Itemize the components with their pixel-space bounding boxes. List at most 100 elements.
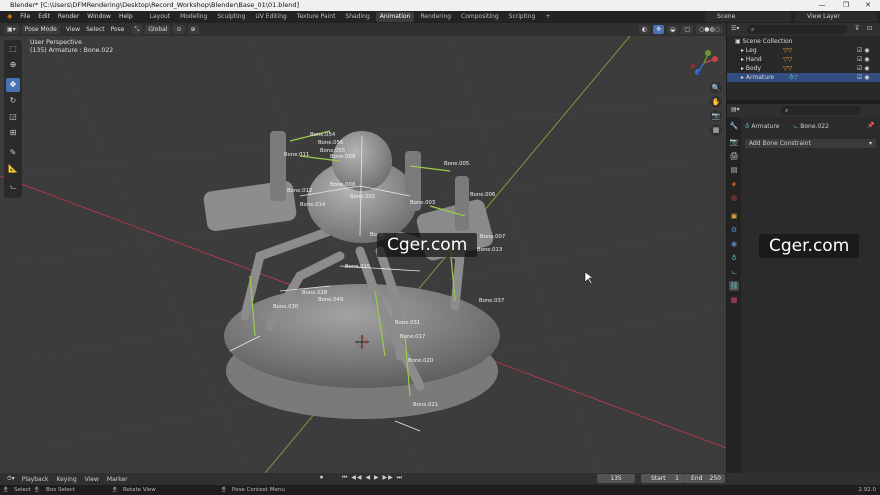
scene-collection-row[interactable]: ▣ Scene Collection <box>727 37 880 46</box>
data-tab-icon[interactable]: ♁ <box>729 253 739 263</box>
bone-label: Bone.056 <box>318 140 344 146</box>
bone-tab-icon[interactable]: ⦦ <box>729 267 739 277</box>
tab-layout[interactable]: Layout <box>146 12 174 22</box>
menu-file[interactable]: File <box>16 11 34 23</box>
status-rotate-view: Rotate View <box>123 487 156 493</box>
record-icon[interactable]: ⏺ <box>320 474 323 482</box>
properties-search-input[interactable]: ⌕ <box>781 106 861 115</box>
menu-window[interactable]: Window <box>83 11 115 23</box>
timeline-editor-icon[interactable]: ⏱▾ <box>4 475 18 483</box>
tab-shading[interactable]: Shading <box>341 12 373 22</box>
camera-icon[interactable]: 📷 <box>710 110 722 122</box>
menu-marker[interactable]: Marker <box>103 476 132 483</box>
end-frame-field[interactable]: End 250 <box>683 474 725 483</box>
playback-controls[interactable]: ⏮ ◀◀ ◀ ▶ ▶▶ ⏭ <box>342 474 403 482</box>
tab-sculpting[interactable]: Sculpting <box>213 12 249 22</box>
outliner-item-hand[interactable]: ▸ Hand ▽▽ ☑ ◉ <box>727 55 880 64</box>
checkbox-icon[interactable]: ☑ ◉ <box>857 46 870 55</box>
world-tab-icon[interactable]: ◍ <box>729 193 739 203</box>
menu-render[interactable]: Render <box>54 11 83 23</box>
shading-modes-icon[interactable]: ○●◍◌ <box>696 25 723 34</box>
overlay-icon[interactable]: ◒ <box>667 25 679 34</box>
bone-label: Bone.002 <box>350 194 375 200</box>
axis-gizmo[interactable] <box>684 48 724 78</box>
tab-uv-editing[interactable]: UV Editing <box>251 12 290 22</box>
scene-tab-icon[interactable]: ◈ <box>729 179 739 189</box>
menu-view[interactable]: View <box>63 25 83 34</box>
maximize-button[interactable]: ❐ <box>836 0 856 11</box>
menu-pose[interactable]: Pose <box>108 25 128 34</box>
menu-edit[interactable]: Edit <box>34 11 54 23</box>
checkbox-icon[interactable]: ☑ ◉ <box>857 73 870 82</box>
status-bar: 🖱 Select 🖱 Box Select 🖱 Rotate View 🖱 Po… <box>0 485 880 495</box>
blender-logo-icon[interactable]: ◉ <box>3 11 16 23</box>
filter-icon[interactable]: ⊽ <box>855 25 859 32</box>
outliner: ▣ Scene Collection ▸ Leg ▽▽ ☑ ◉ ▸ Hand ▽▽ ☑ … <box>727 36 880 100</box>
bone-size-tool-icon[interactable]: ⦦ <box>6 180 20 194</box>
outliner-item-leg[interactable]: ▸ Leg ▽▽ ☑ ◉ <box>727 46 880 55</box>
transform-orientation-icon[interactable]: ⤡ <box>131 25 143 34</box>
view-layer-selector[interactable]: View Layer <box>795 12 877 22</box>
gizmo-icon[interactable]: ✥ <box>653 25 665 34</box>
menu-select[interactable]: Select <box>83 25 108 34</box>
visibility-icon[interactable]: ◐ <box>638 25 651 34</box>
transform-tool-icon[interactable]: ⊞ <box>6 126 20 140</box>
menu-help[interactable]: Help <box>115 11 137 23</box>
pan-hand-icon[interactable]: ✋ <box>710 96 722 108</box>
select-tool-icon[interactable]: ⬚ <box>6 42 20 56</box>
tab-rendering[interactable]: Rendering <box>416 12 455 22</box>
start-frame-field[interactable]: Start 1 <box>641 474 683 483</box>
outliner-search-input[interactable]: ⌕ <box>747 25 847 34</box>
outliner-item-body[interactable]: ▸ Body ▽▽ ☑ ◉ <box>727 64 880 73</box>
pin-icon[interactable]: 📌 <box>867 122 874 129</box>
minimize-button[interactable]: — <box>812 0 832 11</box>
object-tab-icon[interactable]: ▣ <box>729 211 739 221</box>
scene-selector[interactable]: Scene <box>705 12 791 22</box>
breadcrumb: ♁ Armature ⦦ Bone.022 <box>745 122 829 131</box>
viewport-header: ▣▾ Pose Mode View Select Pose ⤡ Global ⊙… <box>0 23 726 36</box>
checkbox-icon[interactable]: ☑ ◉ <box>857 64 870 73</box>
add-bone-constraint-dropdown[interactable]: Add Bone Constraint ▾ <box>745 139 876 148</box>
outliner-type-icon[interactable]: ☰▾ <box>731 25 739 32</box>
armature-icon: ♁▽ <box>789 74 799 81</box>
modifier-tab-icon[interactable]: ⚙ <box>729 225 739 235</box>
tab-animation[interactable]: Animation <box>375 12 415 22</box>
checkbox-icon[interactable]: ☑ ◉ <box>857 55 870 64</box>
mode-selector[interactable]: Pose Mode <box>21 25 60 34</box>
tab-texture-paint[interactable]: Texture Paint <box>293 12 340 22</box>
rotate-tool-icon[interactable]: ↻ <box>6 94 20 108</box>
properties-type-icon[interactable]: ▤▾ <box>731 106 740 113</box>
tool-tab-icon[interactable]: 🔧 <box>729 121 739 131</box>
measure-tool-icon[interactable]: 📐 <box>6 162 20 176</box>
move-tool-icon[interactable]: ✥ <box>6 78 20 92</box>
texture-tab-icon[interactable]: ▩ <box>729 295 739 305</box>
menu-view[interactable]: View <box>81 476 103 483</box>
outliner-item-armature[interactable]: ▸ Armature ♁▽ ☑ ◉ <box>727 73 880 82</box>
bone-constraint-tab-icon[interactable]: ⛓ <box>729 281 739 291</box>
object-icon: ▽▽ <box>783 56 793 63</box>
scale-tool-icon[interactable]: ◲ <box>6 110 20 124</box>
view-layer-tab-icon[interactable]: ▤ <box>729 165 739 175</box>
render-tab-icon[interactable]: 📷 <box>729 137 739 147</box>
current-frame-field[interactable]: 135 <box>597 474 635 483</box>
new-collection-icon[interactable]: ⊡ <box>867 25 872 32</box>
cursor-tool-icon[interactable]: ⊕ <box>6 58 20 72</box>
snap-icon[interactable]: ⊕ <box>187 25 199 34</box>
grid-icon[interactable]: ▦ <box>710 124 722 136</box>
tab-modeling[interactable]: Modeling <box>176 12 211 22</box>
xray-icon[interactable]: ▢ <box>681 25 694 34</box>
editor-type-button[interactable]: ▣▾ <box>4 25 19 34</box>
orientation-selector[interactable]: Global <box>145 25 171 34</box>
close-button[interactable]: ✕ <box>858 0 878 11</box>
zoom-icon[interactable]: 🔍 <box>710 82 722 94</box>
tab-compositing[interactable]: Compositing <box>457 12 503 22</box>
physics-tab-icon[interactable]: ◉ <box>729 239 739 249</box>
annotate-tool-icon[interactable]: ✎ <box>6 146 20 160</box>
tab-scripting[interactable]: Scripting <box>505 12 540 22</box>
add-workspace-button[interactable]: + <box>541 12 554 22</box>
menu-keying[interactable]: Keying <box>52 476 80 483</box>
menu-playback[interactable]: Playback <box>18 476 53 483</box>
3d-viewport[interactable]: Bone.054 Bone.056 Bone.055 Bone.009 Bone… <box>0 36 726 473</box>
output-tab-icon[interactable]: 🖨 <box>729 151 739 161</box>
pivot-icon[interactable]: ⊙ <box>173 25 185 34</box>
